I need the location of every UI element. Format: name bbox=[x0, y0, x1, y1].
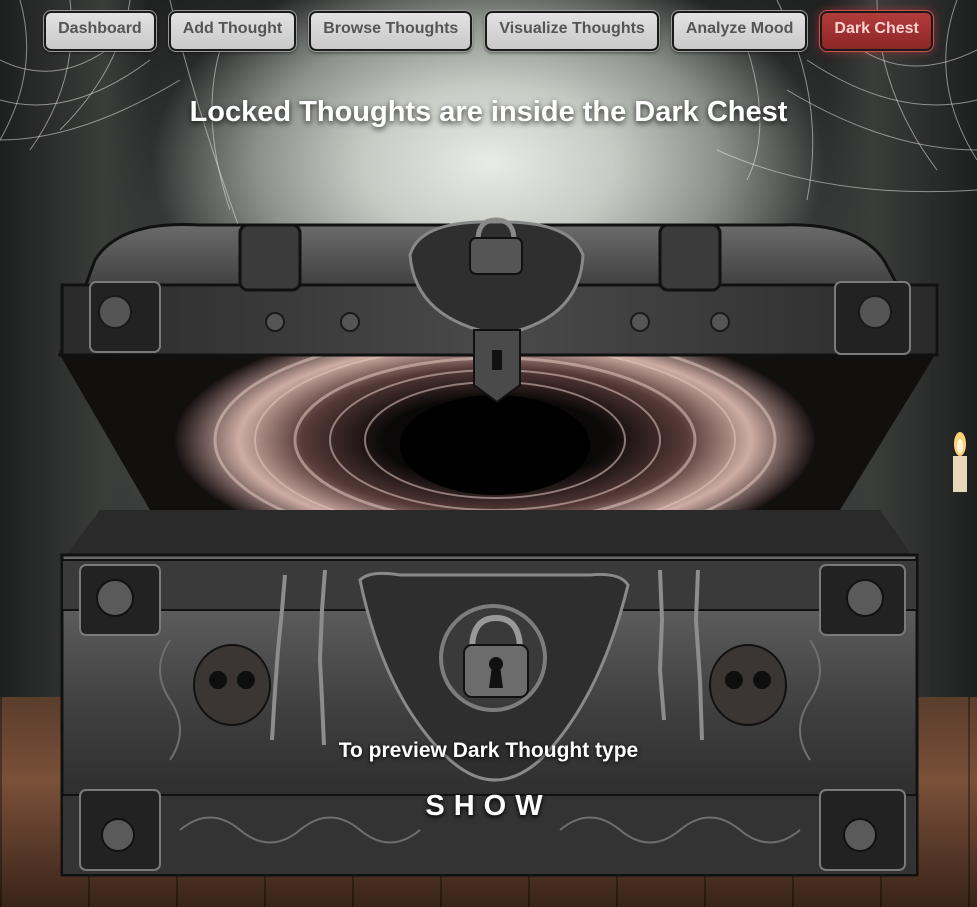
nav-analyze-mood-button[interactable]: Analyze Mood bbox=[670, 10, 809, 52]
nav-dark-chest-button[interactable]: Dark Chest bbox=[819, 10, 934, 52]
page-title: Locked Thoughts are inside the Dark Ches… bbox=[189, 96, 788, 128]
dark-chest-page: Dashboard Add Thought Browse Thoughts Vi… bbox=[0, 0, 977, 907]
show-command-word: SHOW bbox=[425, 790, 552, 822]
nav-visualize-thoughts-button[interactable]: Visualize Thoughts bbox=[484, 10, 660, 52]
nav-dashboard-button[interactable]: Dashboard bbox=[43, 10, 157, 52]
dark-chest-illustration bbox=[57, 217, 939, 877]
nav-browse-thoughts-button[interactable]: Browse Thoughts bbox=[308, 10, 474, 52]
top-navigation: Dashboard Add Thought Browse Thoughts Vi… bbox=[0, 10, 977, 52]
preview-instruction: To preview Dark Thought type bbox=[338, 739, 639, 762]
nav-add-thought-button[interactable]: Add Thought bbox=[167, 10, 298, 52]
